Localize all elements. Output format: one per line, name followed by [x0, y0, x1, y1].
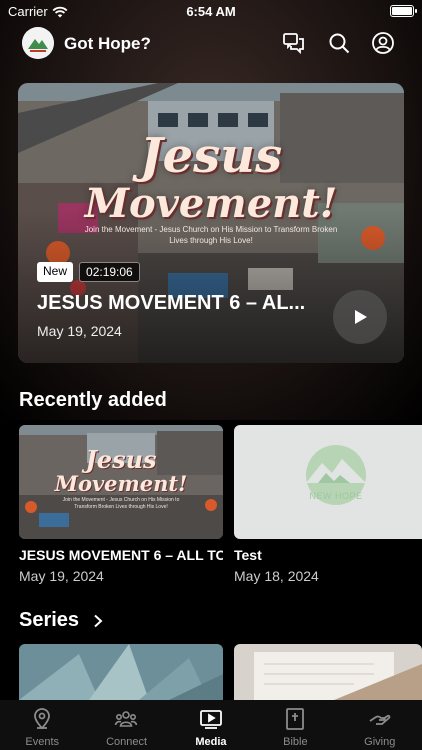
app-header: Got Hope? — [0, 24, 422, 64]
tab-connect[interactable]: Connect — [84, 700, 168, 750]
profile-icon[interactable] — [371, 31, 395, 55]
media-card[interactable]: Jesus Movement! Join the Movement - Jesu… — [19, 425, 223, 584]
series-heading: Series — [19, 609, 80, 631]
church-logo-avatar[interactable] — [22, 27, 54, 59]
giving-icon — [369, 714, 390, 725]
duration-badge: 02:19:06 — [79, 262, 140, 282]
tab-bible[interactable]: Bible — [253, 700, 337, 750]
notebook-photo — [234, 644, 422, 700]
chevron-right-icon — [94, 614, 103, 627]
new-hope-logo-text: NEW HOPE — [309, 491, 363, 501]
media-thumbnail: Jesus Movement! Join the Movement - Jesu… — [19, 425, 223, 539]
status-time: 6:54 AM — [186, 4, 236, 19]
app-title: Got Hope? — [64, 34, 151, 53]
hero-title: JESUS MOVEMENT 6 – AL... — [37, 292, 306, 314]
status-bar: Carrier 6:54 AM — [0, 0, 422, 24]
tab-bar: Events Connect Media Bible Giving — [0, 700, 422, 750]
tab-events-label: Events — [25, 736, 60, 748]
hero-date: May 19, 2024 — [37, 323, 122, 339]
series-header[interactable]: Series — [19, 609, 103, 632]
hero-artwork-line2: Movement! — [84, 180, 338, 227]
thumbnail-artwork-line1: Jesus — [85, 445, 157, 474]
tab-events[interactable]: Events — [0, 700, 84, 750]
new-badge: New — [37, 262, 74, 282]
tab-media[interactable]: Media — [169, 700, 253, 750]
thumbnail-artwork-title: Jesus Movement! — [19, 447, 223, 495]
series-card[interactable] — [19, 644, 223, 700]
map-pin-icon — [34, 708, 50, 730]
hero-artwork-tagline: Join the Movement - Jesus Church on His … — [84, 225, 338, 245]
tab-connect-label: Connect — [106, 736, 148, 748]
hero-artwork-title: Jesus Movement! — [18, 131, 404, 227]
tab-giving-label: Giving — [364, 736, 396, 748]
series-card[interactable] — [234, 644, 422, 700]
play-button[interactable] — [333, 290, 387, 344]
thumbnail-artwork-line2: Movement! — [54, 471, 188, 496]
media-thumbnail: NEW HOPE — [234, 425, 422, 539]
media-card-date: May 19, 2024 — [19, 568, 104, 584]
media-card[interactable]: NEW HOPE Test May 18, 2024 — [234, 425, 422, 584]
play-icon — [355, 310, 367, 324]
tab-bible-label: Bible — [283, 736, 308, 748]
battery-icon — [390, 5, 417, 17]
media-card-date: May 18, 2024 — [234, 568, 319, 584]
new-hope-logo-icon — [306, 445, 366, 505]
tab-giving[interactable]: Giving — [338, 700, 422, 750]
agave-photo — [19, 644, 223, 700]
media-card-title: JESUS MOVEMENT 6 – ALL TO — [19, 547, 223, 563]
recently-added-heading: Recently added — [19, 389, 167, 411]
hero-badges: New 02:19:06 — [37, 262, 140, 282]
play-icon — [199, 710, 222, 729]
chat-icon[interactable] — [282, 31, 306, 55]
featured-media-card[interactable]: Jesus Movement! Join the Movement - Jesu… — [18, 83, 404, 363]
tab-media-label: Media — [195, 736, 227, 748]
hero-artwork-line1: Jesus — [139, 128, 283, 184]
people-icon — [115, 711, 138, 727]
media-card-title: Test — [234, 547, 262, 563]
search-icon[interactable] — [327, 31, 351, 55]
mountain-logo-icon — [22, 27, 54, 59]
thumbnail-artwork-tagline: Join the Movement - Jesus Church on His … — [62, 497, 180, 510]
bible-icon — [286, 708, 305, 730]
